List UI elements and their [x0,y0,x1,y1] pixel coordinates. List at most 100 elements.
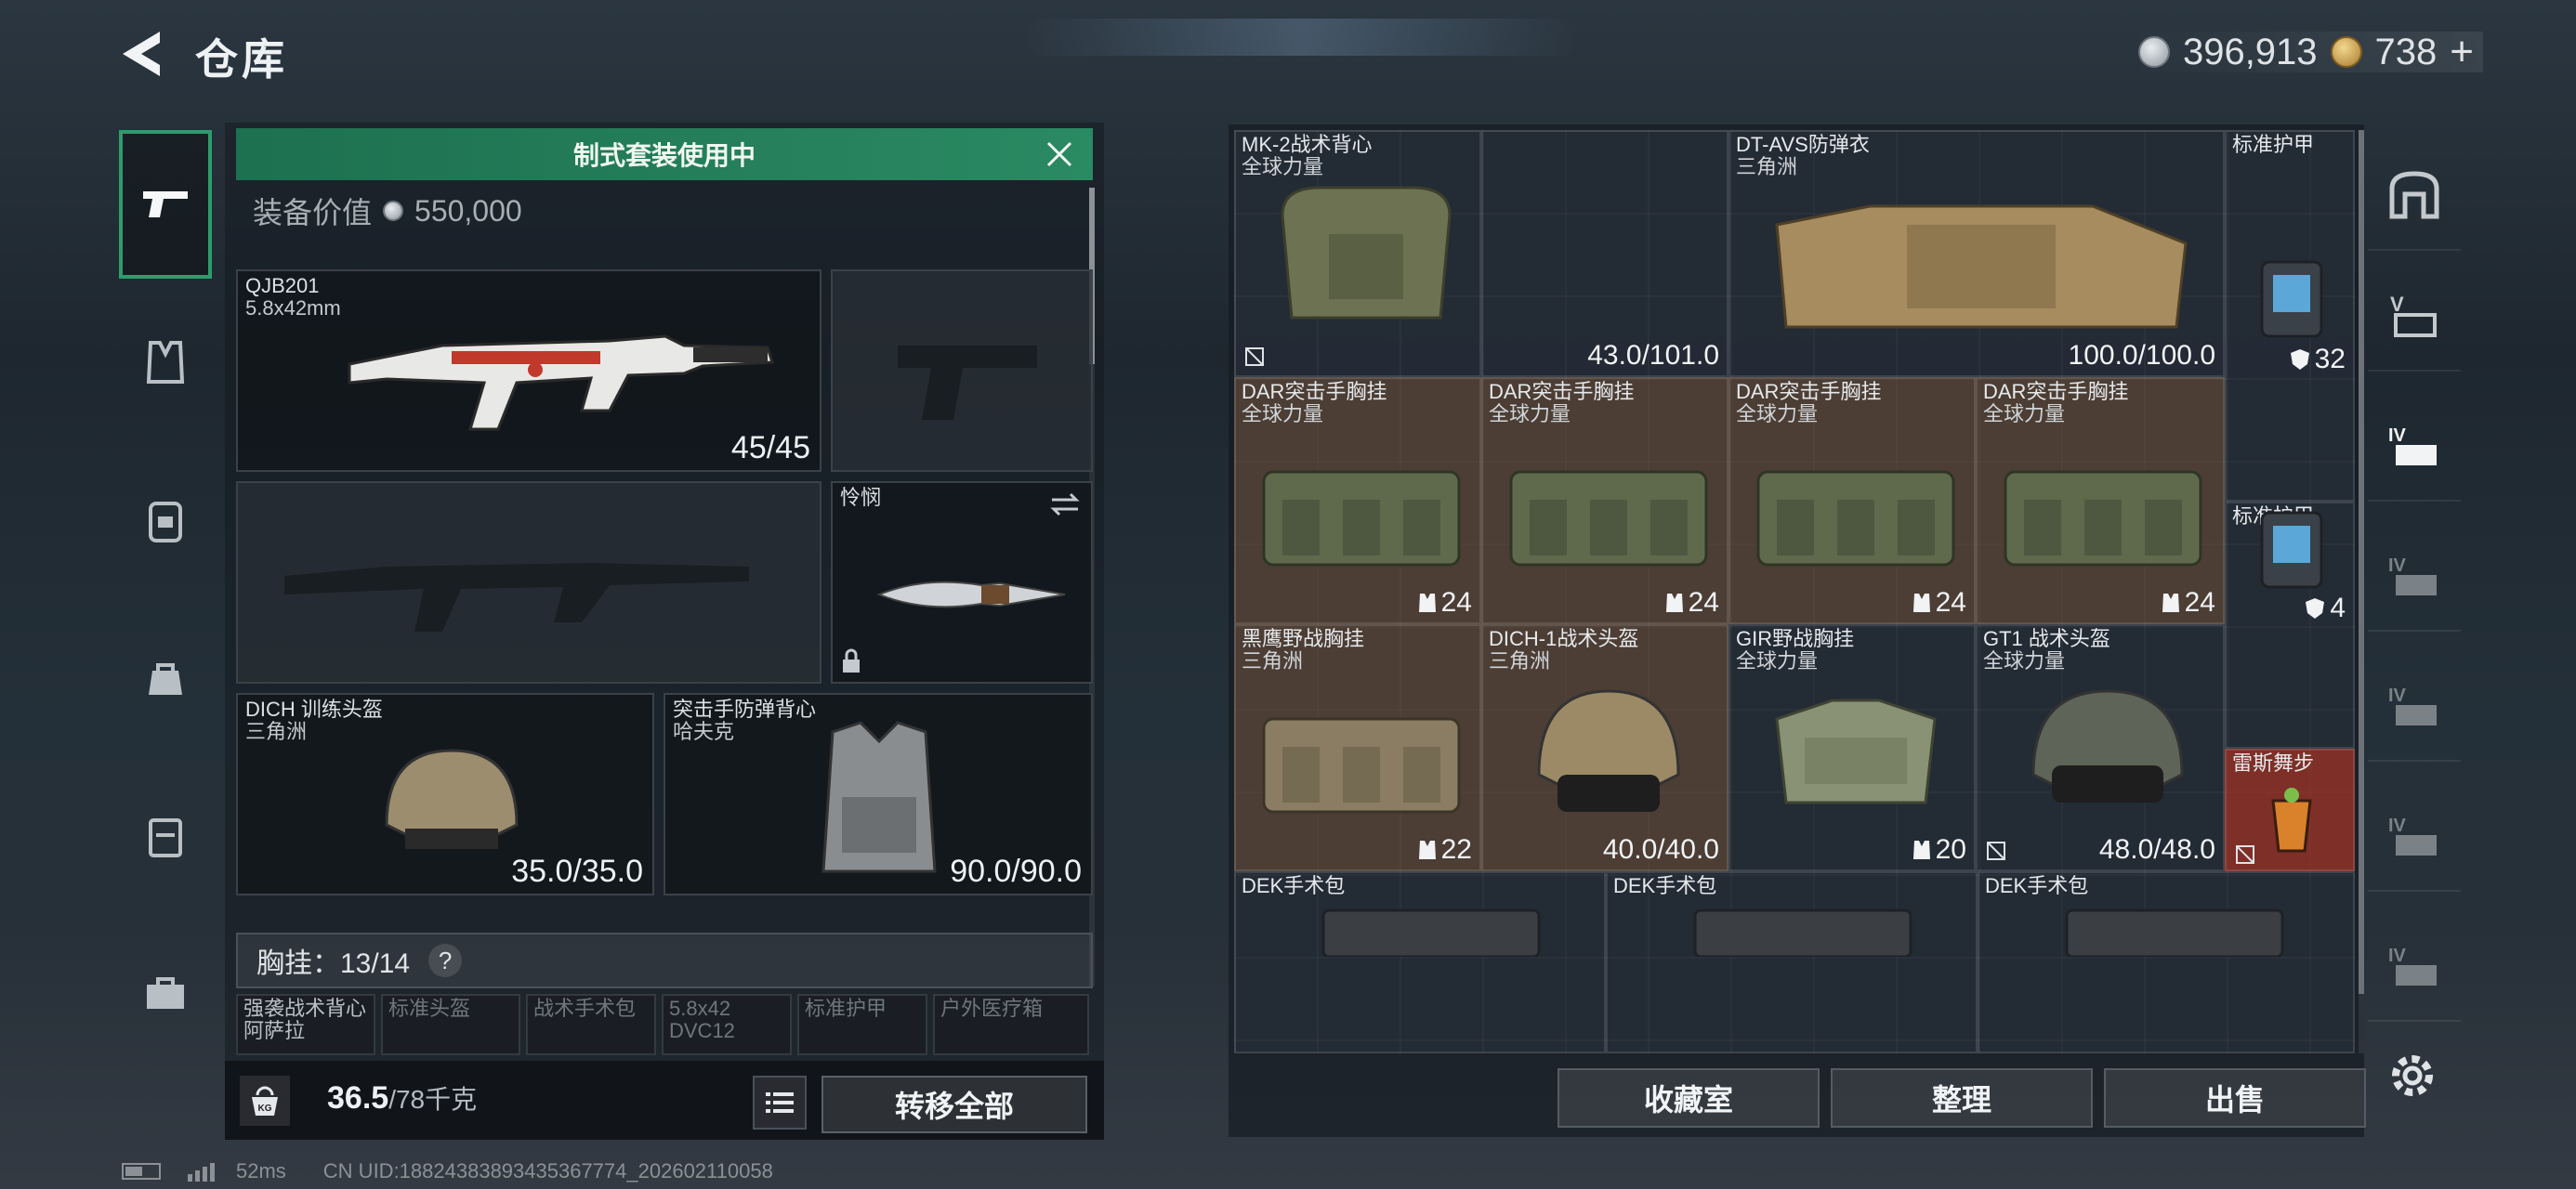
list-view-button[interactable] [753,1076,807,1130]
item-name: DAR突击手胸挂 [1983,380,2129,403]
nav-chest-rig[interactable] [119,288,212,437]
stash-item[interactable]: 标准护甲 32 [2225,130,2355,502]
nav-backpack[interactable] [119,446,212,594]
stash-item[interactable]: GIR野战胸挂 全球力量 20 [1728,624,1976,871]
help-button[interactable]: ? [428,944,463,977]
add-currency-button[interactable]: + [2450,29,2474,75]
weapon-name: QJB201 [245,274,320,297]
item-durability: 40.0/40.0 [1602,834,1719,865]
primary-weapon-slot[interactable]: QJB201 5.8x42mm 45/45 [236,269,821,472]
collection-room-button[interactable]: 收藏室 [1557,1068,1820,1128]
close-icon[interactable] [1043,137,1076,171]
settings-button[interactable] [2379,1042,2446,1109]
tier-v-icon: V [2390,293,2437,337]
filter-tier-iv-2[interactable]: IV [2368,520,2461,632]
stash-item[interactable]: DEK手术包 [1606,871,1978,1053]
tier-iv-icon: IV [2388,555,2437,595]
case-icon [149,818,182,857]
svg-text:IV: IV [2388,816,2407,836]
mini-slot-6[interactable]: 户外医疗箱 [933,994,1089,1055]
helmet-image [1537,689,1680,812]
shield-icon [2290,349,2309,370]
melee-slot[interactable]: 怜悯 [831,481,1093,684]
mini-slot-3[interactable]: 战术手术包 [526,994,656,1055]
stash-item[interactable]: DAR突击手胸挂 全球力量 24 [1234,377,1481,624]
helmet-image [385,749,519,849]
item-name: DAR突击手胸挂 [1489,380,1635,403]
nav-weapons[interactable] [119,130,212,279]
nav-toolbox[interactable] [119,920,212,1068]
mini-slot-4[interactable]: 5.8x42 DVC12 [662,994,792,1055]
stash-item[interactable]: DT-AVS防弹衣 三角洲 100.0/100.0 [1728,130,2225,377]
stash-item[interactable]: 黑鹰野战胸挂 三角洲 22 [1234,624,1481,871]
item-durability: 48.0/48.0 [2098,834,2215,865]
chest-rig-image [1775,699,1937,804]
mini-slot-label: 战术手术包 [533,997,637,1020]
stash-item[interactable]: DEK手术包 [1978,871,2355,1053]
stash-item[interactable]: 43.0/101.0 [1481,130,1728,377]
item-count: 24 [1688,587,1719,618]
sort-button[interactable]: 整理 [1831,1068,2093,1128]
armor-slot[interactable]: 突击手防弹背心 哈夫克 90.0/90.0 [664,693,1093,895]
mini-slot-5[interactable]: 标准护甲 [797,994,927,1055]
item-sub: 全球力量 [1489,402,1571,425]
item-sub: 全球力量 [1736,649,1819,673]
item-name: GIR野战胸挂 [1736,627,1855,650]
stash-item[interactable]: DAR突击手胸挂 全球力量 24 [1481,377,1728,624]
value-amount: 550,000 [414,193,522,228]
swap-icon[interactable] [1048,490,1082,518]
stash-item[interactable]: DEK手术包 [1234,871,1606,1053]
helmet-durability: 35.0/35.0 [511,854,643,889]
weapon-durability: 45/45 [730,430,810,465]
vest-icon [1418,594,1436,612]
no-insurance-icon [1245,347,1264,366]
chest-rig-image [1509,470,1708,567]
helmet-name: DICH 训练头盔 [245,698,383,721]
stash-item[interactable]: 雷斯舞步 [2225,749,2355,871]
item-count: 24 [2184,587,2215,618]
mini-slot-1[interactable]: 强袭战术背心 阿萨拉 [236,994,375,1055]
back-button[interactable] [112,26,177,82]
vest-image [1281,186,1452,320]
item-name: 标准护甲 [2232,133,2315,156]
item-name: DEK手术包 [1613,874,1717,897]
filter-tier-iv-3[interactable]: IV [2368,650,2461,762]
item-sub: 全球力量 [1983,649,2066,673]
mini-slot-label: 户外医疗箱 [940,997,1044,1020]
item-count: 32 [2314,344,2346,374]
medkit-image [1321,908,1541,957]
stash-item[interactable]: 标准护甲 4 [2225,502,2355,749]
stash-scrollbar[interactable] [2359,130,2364,1053]
filter-tier-v[interactable]: V [2368,260,2461,372]
weight-max: /78千克 [388,1085,478,1114]
sell-button[interactable]: 出售 [2104,1068,2366,1128]
svg-text:IV: IV [2388,425,2407,446]
item-armor-level: 32 [2289,344,2346,375]
filter-all[interactable] [2368,139,2461,251]
vest-image [821,721,937,873]
stash-item[interactable]: DAR突击手胸挂 全球力量 24 [1976,377,2225,624]
mini-slot-2[interactable]: 标准头盔 [381,994,520,1055]
chest-rig-row[interactable]: 胸挂：13/14 ? [236,933,1093,988]
status-bar: 52ms CN UID:18824383893435367774_2026021… [121,1159,773,1183]
helmet-slot[interactable]: DICH 训练头盔 三角洲 35.0/35.0 [236,693,654,895]
filter-tier-iv-active[interactable]: IV [2368,390,2461,502]
stash-item[interactable]: MK-2战术背心 全球力量 [1234,130,1481,377]
item-armor-level: 4 [2304,593,2346,624]
chest-rig-image [1262,717,1461,814]
filter-tier-iv-4[interactable]: IV [2368,780,2461,892]
stash-item[interactable]: DICH-1战术头盔 三角洲 40.0/40.0 [1481,624,1728,871]
stash-item[interactable]: GT1 战术头盔 全球力量 48.0/48.0 [1976,624,2225,871]
armor-durability: 90.0/90.0 [950,854,1082,889]
filter-tier-iv-5[interactable]: IV [2368,910,2461,1022]
item-count: 22 [1440,834,1472,865]
nav-case[interactable] [119,762,212,910]
kettlebell-icon: KG [252,1086,278,1116]
armor-faction: 哈夫克 [673,720,735,743]
transfer-all-button[interactable]: 转移全部 [821,1076,1087,1133]
stash-item[interactable]: DAR突击手胸挂 全球力量 24 [1728,377,1976,624]
item-sub: 三角洲 [1242,649,1304,673]
pistol-slot[interactable] [831,269,1093,472]
secondary-weapon-slot[interactable] [236,481,821,684]
nav-bag[interactable] [119,604,212,752]
